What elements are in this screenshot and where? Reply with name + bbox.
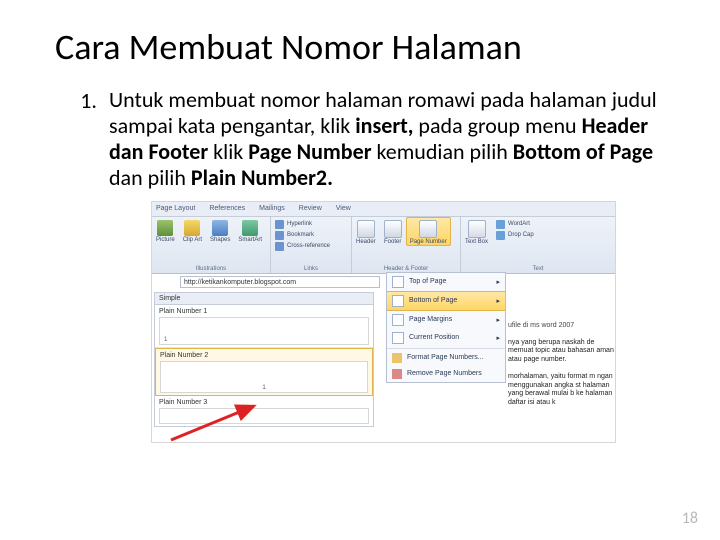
smartart-button[interactable]: SmartArt (234, 217, 266, 243)
dd-top-of-page[interactable]: Top of Page▸ (387, 273, 505, 291)
shapes-icon (212, 220, 228, 236)
dropcap-icon (496, 231, 505, 240)
tab-page-layout[interactable]: Page Layout (156, 205, 195, 212)
hyperlink-button[interactable]: Hyperlink (271, 219, 351, 230)
wordart-button[interactable]: WordArt (492, 219, 538, 230)
tab-mailings[interactable]: Mailings (259, 205, 285, 212)
slide-page-number: 18 (682, 509, 698, 528)
instruction-item: 1. Untuk membuat nomor halaman romawi pa… (55, 87, 665, 191)
dd-bottom-of-page[interactable]: Bottom of Page▸ (387, 291, 505, 311)
page-number-dropdown: Top of Page▸ Bottom of Page▸ Page Margin… (386, 272, 506, 383)
instruction-text: Untuk membuat nomor halaman romawi pada … (109, 87, 665, 191)
group-text: Text Box WordArt Drop Cap Text (461, 217, 615, 273)
wordart-icon (496, 220, 505, 229)
page-number-gallery: Simple Plain Number 1 1 Plain Number 2 1… (154, 292, 374, 427)
dd-page-margins[interactable]: Page Margins▸ (387, 311, 505, 329)
header-icon (357, 220, 375, 238)
footer-icon (384, 220, 402, 238)
list-number: 1. (55, 87, 109, 114)
page-icon (392, 276, 404, 288)
crossref-icon (275, 242, 284, 251)
smartart-icon (242, 220, 258, 236)
remove-icon (392, 369, 402, 379)
shapes-button[interactable]: Shapes (206, 217, 234, 243)
group-links: Hyperlink Bookmark Cross-reference Links (271, 217, 352, 273)
dd-current-position[interactable]: Current Position▸ (387, 329, 505, 347)
gallery-plain-number-2[interactable]: Plain Number 2 1 (155, 348, 373, 396)
dropcap-button[interactable]: Drop Cap (492, 230, 538, 241)
group-label: Links (271, 266, 351, 273)
footer-button[interactable]: Footer (380, 217, 406, 246)
page-icon (392, 332, 404, 344)
clipart-icon (184, 220, 200, 236)
group-illustrations: Picture Clip Art Shapes SmartArt Illustr… (152, 217, 271, 273)
ribbon: Picture Clip Art Shapes SmartArt Illustr… (152, 217, 615, 274)
gallery-plain-number-1[interactable]: Plain Number 1 1 (155, 305, 373, 348)
dd-remove-page-numbers[interactable]: Remove Page Numbers (387, 366, 505, 382)
tab-review[interactable]: Review (299, 205, 322, 212)
bookmark-button[interactable]: Bookmark (271, 230, 351, 241)
crossref-button[interactable]: Cross-reference (271, 241, 351, 252)
page-number-button[interactable]: Page Number (406, 217, 451, 246)
screenshot-figure: Page Layout References Mailings Review V… (151, 201, 616, 443)
bookmark-icon (275, 231, 284, 240)
background-document-text: ufile di ms word 2007 nya yang berupa na… (508, 322, 616, 408)
picture-button[interactable]: Picture (152, 217, 179, 243)
header-button[interactable]: Header (352, 217, 380, 246)
textbox-button[interactable]: Text Box (461, 217, 492, 245)
dd-format-page-numbers[interactable]: Format Page Numbers... (387, 350, 505, 366)
address-bar[interactable]: http://ketikankomputer.blogspot.com (180, 276, 380, 288)
gallery-heading: Simple (155, 293, 373, 305)
page-title: Cara Membuat Nomor Halaman (55, 25, 665, 69)
format-icon (392, 353, 402, 363)
picture-icon (157, 220, 173, 236)
page-icon (392, 295, 404, 307)
ribbon-tabs: Page Layout References Mailings Review V… (152, 202, 615, 217)
tab-view[interactable]: View (336, 205, 351, 212)
page-number-icon (419, 220, 437, 238)
group-header-footer: Header Footer Page Number Header & Foote… (352, 217, 461, 273)
clipart-button[interactable]: Clip Art (179, 217, 206, 243)
textbox-icon (468, 220, 486, 238)
group-label: Illustrations (152, 266, 270, 273)
hyperlink-icon (275, 220, 284, 229)
tab-references[interactable]: References (209, 205, 245, 212)
gallery-plain-number-3[interactable]: Plain Number 3 (155, 396, 373, 426)
page-icon (392, 314, 404, 326)
